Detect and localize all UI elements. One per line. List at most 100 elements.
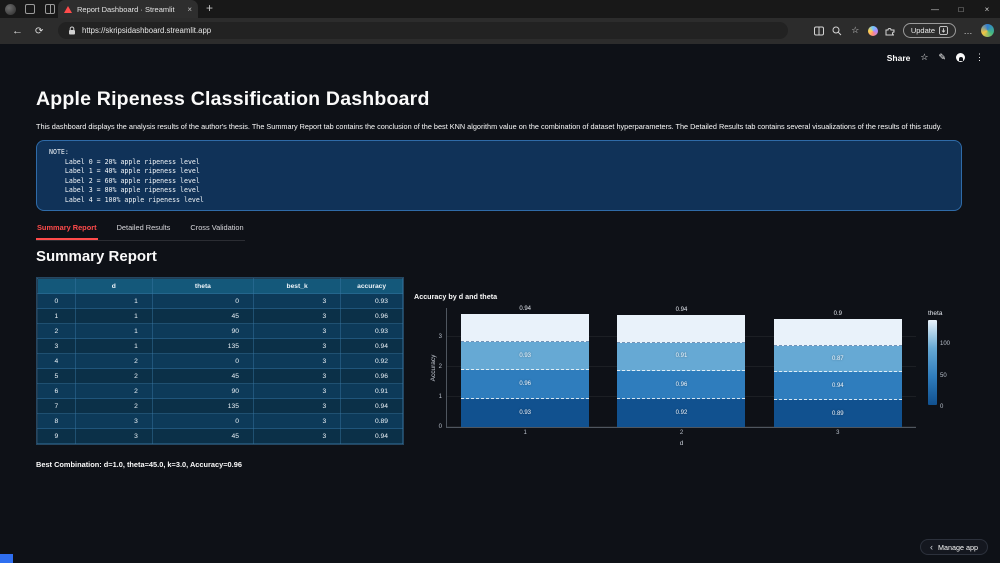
x-axis-label: d — [447, 440, 916, 447]
bar-segment-theta-135[interactable] — [617, 315, 745, 343]
favorite-star-icon[interactable]: ☆ — [920, 52, 928, 63]
row-index: 2 — [38, 324, 76, 339]
table-cell: 3 — [75, 429, 152, 444]
search-zoom-icon[interactable] — [832, 25, 843, 36]
colorbar-title: theta — [928, 310, 968, 317]
streamlit-header-toolbar: Share ☆ ✎ ⋮ — [887, 52, 984, 63]
bar-segment-theta-135[interactable] — [774, 319, 902, 346]
bar-segment-theta-90[interactable]: 0.87 — [774, 346, 902, 372]
table-cell: 0.94 — [341, 399, 403, 414]
browser-titlebar: Report Dashboard · Streamlit × + — □ × — [0, 0, 1000, 18]
table-cell: 3 — [253, 429, 340, 444]
segment-value-label: 0.93 — [519, 410, 531, 416]
table-cell: 1 — [75, 339, 152, 354]
bar-segment-theta-90[interactable]: 0.93 — [461, 342, 589, 370]
table-cell: 45 — [152, 369, 253, 384]
table-cell: 0.93 — [341, 324, 403, 339]
stacked-bar-d-1[interactable]: 0.930.960.930.941 — [461, 307, 589, 427]
update-label: Update — [911, 26, 935, 35]
table-cell: 135 — [152, 399, 253, 414]
y-tick-label: 0 — [439, 424, 442, 430]
y-tick-label: 2 — [439, 364, 442, 370]
table-cell: 0.94 — [341, 429, 403, 444]
minimize-button[interactable]: — — [922, 0, 948, 18]
github-icon[interactable] — [956, 53, 965, 62]
address-bar[interactable]: https://skripsidashboard.streamlit.app — [58, 22, 788, 39]
tab-close-icon[interactable]: × — [187, 5, 192, 14]
table-cell: 3 — [253, 414, 340, 429]
chevron-left-icon: ‹ — [930, 542, 933, 552]
column-header-theta[interactable]: theta — [152, 279, 253, 294]
bottom-left-accent — [0, 554, 13, 563]
settings-kebab-icon[interactable]: … — [963, 25, 974, 36]
table-cell: 3 — [253, 354, 340, 369]
profile-avatar[interactable] — [981, 24, 994, 37]
manage-app-button[interactable]: ‹ Manage app — [920, 539, 988, 555]
close-button[interactable]: × — [974, 0, 1000, 18]
table-row: 7213530.94 — [38, 399, 403, 414]
share-button[interactable]: Share — [887, 53, 911, 63]
table-row: 3113530.94 — [38, 339, 403, 354]
browser-logo-icon[interactable] — [5, 4, 16, 15]
table-cell: 3 — [253, 369, 340, 384]
table-cell: 1 — [75, 309, 152, 324]
row-index: 1 — [38, 309, 76, 324]
plot-area: Accuracy d 01230.930.960.930.9410.920.96… — [446, 308, 916, 428]
segment-value-label: 0.89 — [832, 411, 844, 417]
edit-pencil-icon[interactable]: ✎ — [938, 52, 946, 63]
browser-tab[interactable]: Report Dashboard · Streamlit × — [58, 0, 198, 18]
table-cell: 3 — [253, 384, 340, 399]
table-row: 114530.96 — [38, 309, 403, 324]
streamlit-app: Share ☆ ✎ ⋮ Apple Ripeness Classificatio… — [0, 44, 1000, 563]
workspaces-icon[interactable] — [25, 4, 35, 14]
refresh-icon[interactable]: ⟳ — [35, 26, 43, 37]
stacked-bar-d-3[interactable]: 0.890.940.870.93 — [774, 307, 902, 427]
row-index: 0 — [38, 294, 76, 309]
back-icon[interactable]: ← — [12, 25, 23, 37]
tab-detailed-results[interactable]: Detailed Results — [116, 220, 172, 240]
extensions-icon[interactable] — [885, 25, 896, 36]
segment-value-label: 0.96 — [676, 382, 688, 388]
tab-actions-icon[interactable] — [45, 4, 55, 14]
tab-summary-report[interactable]: Summary Report — [36, 220, 98, 240]
maximize-button[interactable]: □ — [948, 0, 974, 18]
bar-segment-theta-0[interactable]: 0.93 — [461, 399, 589, 427]
table-cell: 3 — [253, 339, 340, 354]
colorbar-tick-label: 0 — [940, 404, 943, 410]
tab-cross-validation[interactable]: Cross Validation — [189, 220, 244, 240]
results-dataframe[interactable]: dthetabest_kaccuracy01030.93114530.96219… — [36, 277, 404, 445]
bar-segment-theta-0[interactable]: 0.92 — [617, 399, 745, 427]
table-cell: 0.94 — [341, 339, 403, 354]
column-header-best_k[interactable]: best_k — [253, 279, 340, 294]
segment-value-label: 0.92 — [676, 410, 688, 416]
copilot-icon[interactable] — [868, 26, 878, 36]
bar-segment-theta-0[interactable]: 0.89 — [774, 400, 902, 427]
x-tick-label: 1 — [461, 430, 589, 436]
section-title: Summary Report — [36, 248, 157, 265]
bars-row: 0.930.960.930.9410.920.960.910.9420.890.… — [447, 308, 916, 427]
favorites-star-icon[interactable]: ☆ — [850, 25, 861, 36]
bar-segment-theta-45[interactable]: 0.96 — [617, 371, 745, 400]
bar-segment-theta-45[interactable]: 0.96 — [461, 370, 589, 399]
bar-segment-theta-90[interactable]: 0.91 — [617, 343, 745, 370]
bar-segment-theta-135[interactable] — [461, 314, 589, 342]
table-cell: 0 — [152, 354, 253, 369]
segment-value-label: 0.91 — [676, 353, 688, 359]
table-cell: 2 — [75, 354, 152, 369]
stacked-bar-d-2[interactable]: 0.920.960.910.942 — [617, 307, 745, 427]
new-tab-button[interactable]: + — [206, 1, 213, 15]
table-cell: 2 — [75, 369, 152, 384]
table-cell: 3 — [253, 294, 340, 309]
table-cell: 90 — [152, 384, 253, 399]
row-index: 9 — [38, 429, 76, 444]
x-tick-label: 3 — [774, 430, 902, 436]
browser-window: Report Dashboard · Streamlit × + — □ × ←… — [0, 0, 1000, 563]
split-screen-icon[interactable] — [814, 25, 825, 36]
column-header-d[interactable]: d — [75, 279, 152, 294]
update-button[interactable]: Update — [903, 23, 956, 38]
bar-segment-theta-45[interactable]: 0.94 — [774, 372, 902, 400]
column-header-accuracy[interactable]: accuracy — [341, 279, 403, 294]
lock-icon — [68, 26, 76, 35]
app-menu-kebab-icon[interactable]: ⋮ — [975, 52, 984, 63]
manage-app-label: Manage app — [938, 543, 978, 552]
